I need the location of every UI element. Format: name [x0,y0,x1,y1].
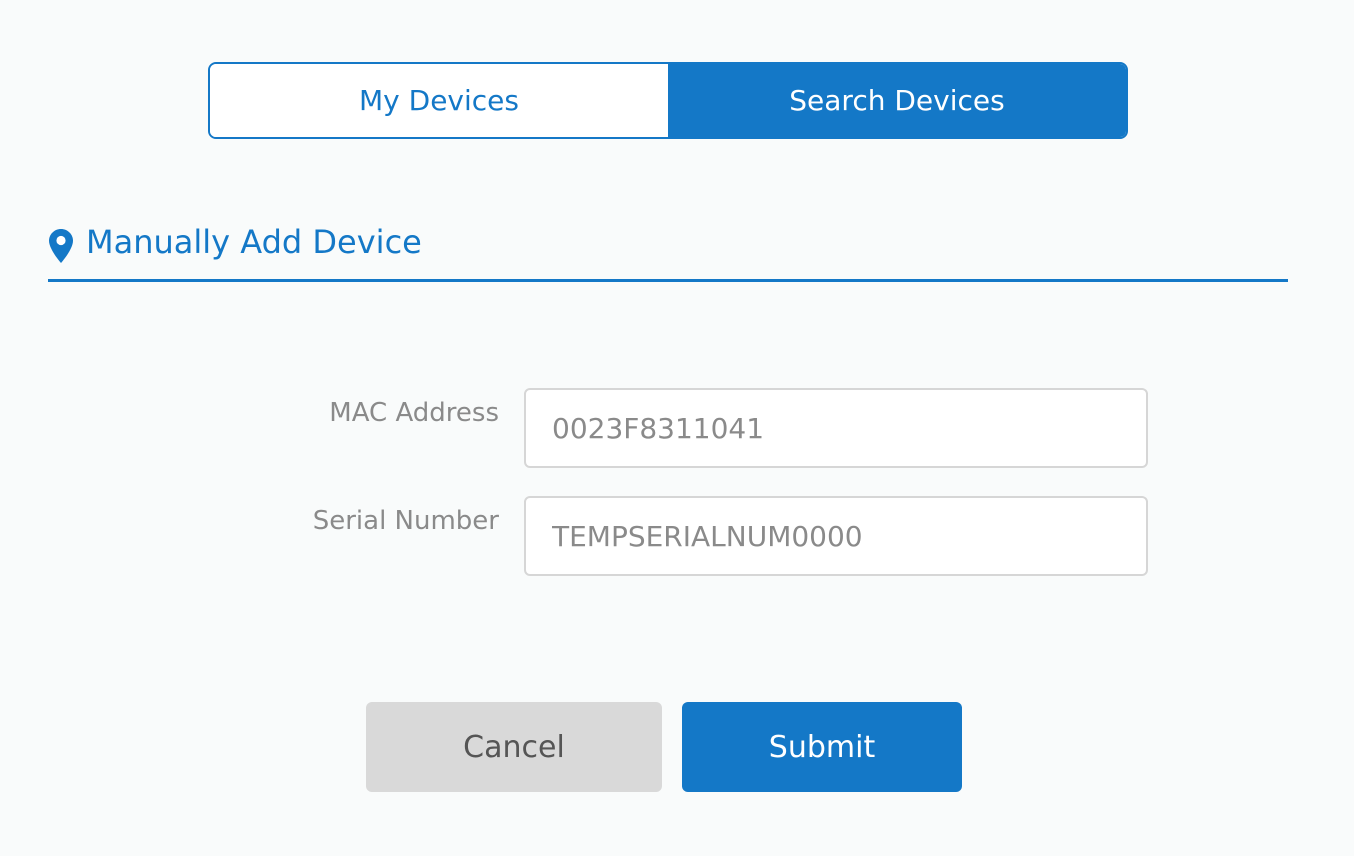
tab-my-devices[interactable]: My Devices [210,64,668,137]
serial-number-row: Serial Number [0,496,1354,576]
device-tabs: My Devices Search Devices [208,62,1128,139]
section-title: Manually Add Device [86,223,422,261]
tab-search-devices[interactable]: Search Devices [668,64,1126,137]
cancel-button[interactable]: Cancel [366,702,662,792]
submit-button[interactable]: Submit [682,702,962,792]
mac-address-label: MAC Address [329,398,499,428]
manual-add-device-page: My Devices Search Devices Manually Add D… [0,0,1354,856]
mac-address-input[interactable] [524,388,1148,468]
serial-number-label: Serial Number [312,506,499,536]
section-header: Manually Add Device [48,222,1288,282]
location-pin-icon [48,228,74,264]
mac-address-row: MAC Address [0,388,1354,468]
serial-number-input[interactable] [524,496,1148,576]
